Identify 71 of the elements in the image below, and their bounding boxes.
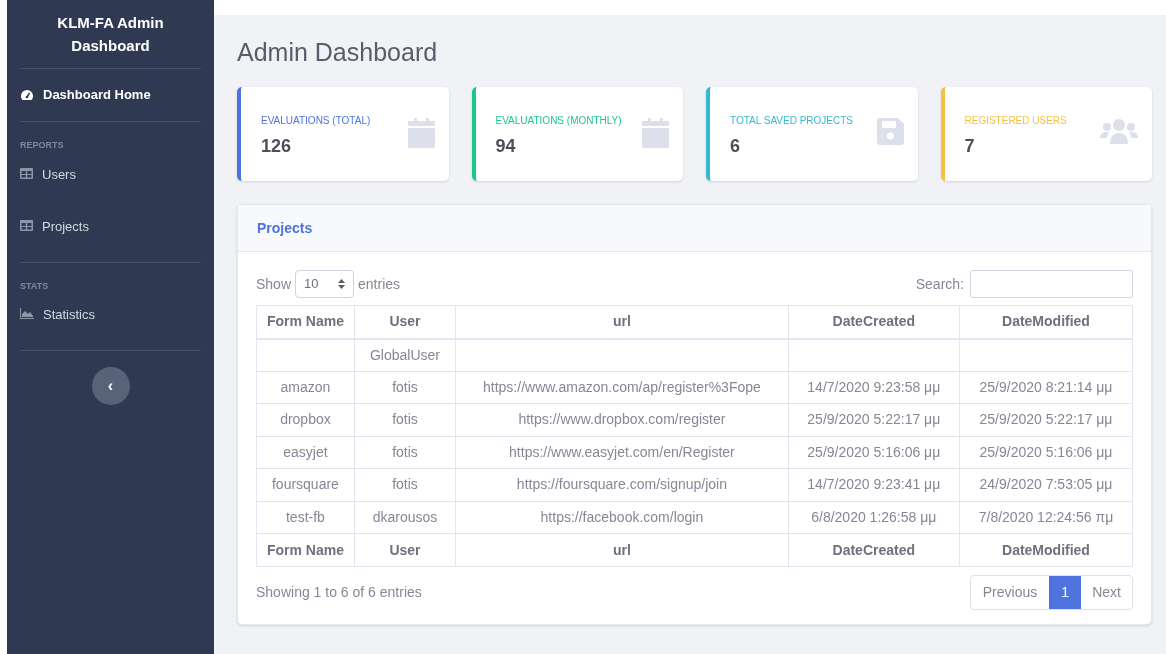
table-cell: fotis xyxy=(354,403,456,436)
table-cell: https://facebook.com/login xyxy=(455,501,789,534)
table-cell: dkarousos xyxy=(354,501,456,534)
table-cell: easyjet xyxy=(256,436,355,469)
section-heading: REPORTS xyxy=(20,139,65,152)
brand-title: KLM-FA Admin Dashboard xyxy=(56,13,165,56)
nav-link[interactable]: Dashboard Home xyxy=(20,69,201,121)
column-footer: DateModified xyxy=(959,533,1133,567)
calendar-icon xyxy=(642,118,669,148)
table-cell: fotis xyxy=(354,371,456,404)
previous-button[interactable]: Previous xyxy=(970,576,1050,609)
table-cell: 25/9/2020 8:21:14 μμ xyxy=(959,371,1133,404)
card-value: 7 xyxy=(964,135,976,158)
table-cell: 7/8/2020 12:24:56 πμ xyxy=(959,501,1133,534)
card-title: Projects xyxy=(257,218,313,238)
card-value: 6 xyxy=(730,135,741,158)
table-info: Showing 1 to 6 of 6 entries xyxy=(256,583,422,602)
search-field[interactable] xyxy=(970,270,1133,298)
table-cell: 25/9/2020 5:16:06 μμ xyxy=(788,436,960,469)
column-header[interactable]: DateModified xyxy=(959,305,1133,339)
column-header[interactable]: url xyxy=(455,305,789,339)
entries-label: entries xyxy=(358,274,401,294)
table-cell: amazon xyxy=(256,371,355,404)
table-cell: 25/9/2020 5:22:17 μμ xyxy=(788,403,960,436)
column-header[interactable]: Form Name xyxy=(256,305,355,339)
table-icon xyxy=(20,167,33,179)
table-cell: fotis xyxy=(354,468,456,501)
table-cell: 6/8/2020 1:26:58 μμ xyxy=(788,501,960,534)
table-cell: 25/9/2020 5:16:06 μμ xyxy=(959,436,1133,469)
column-header[interactable]: DateCreated xyxy=(788,305,960,339)
table-cell: https://foursquare.com/signup/join xyxy=(455,468,789,501)
card-value: 126 xyxy=(261,135,293,158)
sort-caret-icon xyxy=(338,279,346,289)
card-label: TOTAL SAVED PROJECTS xyxy=(730,115,853,127)
column-footer: User xyxy=(354,533,456,567)
column-footer: Form Name xyxy=(256,533,355,567)
table-cell: 24/9/2020 7:53:05 μμ xyxy=(959,468,1133,501)
card-label: EVALUATIONS (MONTHLY) xyxy=(495,115,622,127)
table-cell: test-fb xyxy=(256,501,355,534)
column-footer: url xyxy=(455,533,789,567)
table-cell: https://www.easyjet.com/en/Register xyxy=(455,436,789,469)
card-value: 94 xyxy=(495,135,517,158)
table-cell: dropbox xyxy=(256,403,355,436)
table-cell: 14/7/2020 9:23:58 μμ xyxy=(788,371,960,404)
calendar-icon xyxy=(407,118,435,148)
table-icon xyxy=(20,219,33,231)
card-label: REGISTERED USERS xyxy=(964,115,1067,127)
next-button[interactable]: Next xyxy=(1081,576,1132,609)
sidebar-toggle-button[interactable]: ‹ xyxy=(91,367,130,405)
users-icon xyxy=(1100,118,1138,144)
column-footer: DateCreated xyxy=(788,533,960,567)
nav-link[interactable]: Users xyxy=(20,157,201,210)
show-label: Show xyxy=(256,274,292,294)
page-size-select[interactable]: 10 xyxy=(295,270,355,298)
card-label: EVALUATIONS (TOTAL) xyxy=(261,115,371,127)
table-cell: foursquare xyxy=(256,468,355,501)
nav-link[interactable]: Statistics xyxy=(20,298,201,350)
nav-link[interactable]: Projects xyxy=(20,209,201,262)
gauge-icon xyxy=(20,89,34,101)
table-cell: GlobalUser xyxy=(354,338,456,371)
table-cell: https://www.dropbox.com/register xyxy=(455,403,789,436)
page-title: Admin Dashboard xyxy=(237,37,439,68)
table-cell: https://www.amazon.com/ap/register%3Fope xyxy=(455,371,789,404)
table-cell: 14/7/2020 9:23:41 μμ xyxy=(788,468,960,501)
table-cell: fotis xyxy=(354,436,456,469)
table-cell: 25/9/2020 5:22:17 μμ xyxy=(959,403,1133,436)
page-button[interactable]: 1 xyxy=(1049,576,1082,609)
section-heading: STATS xyxy=(20,279,50,293)
column-header[interactable]: User xyxy=(354,305,456,339)
search-label: Search: xyxy=(915,274,964,294)
area-chart-icon xyxy=(20,308,34,319)
